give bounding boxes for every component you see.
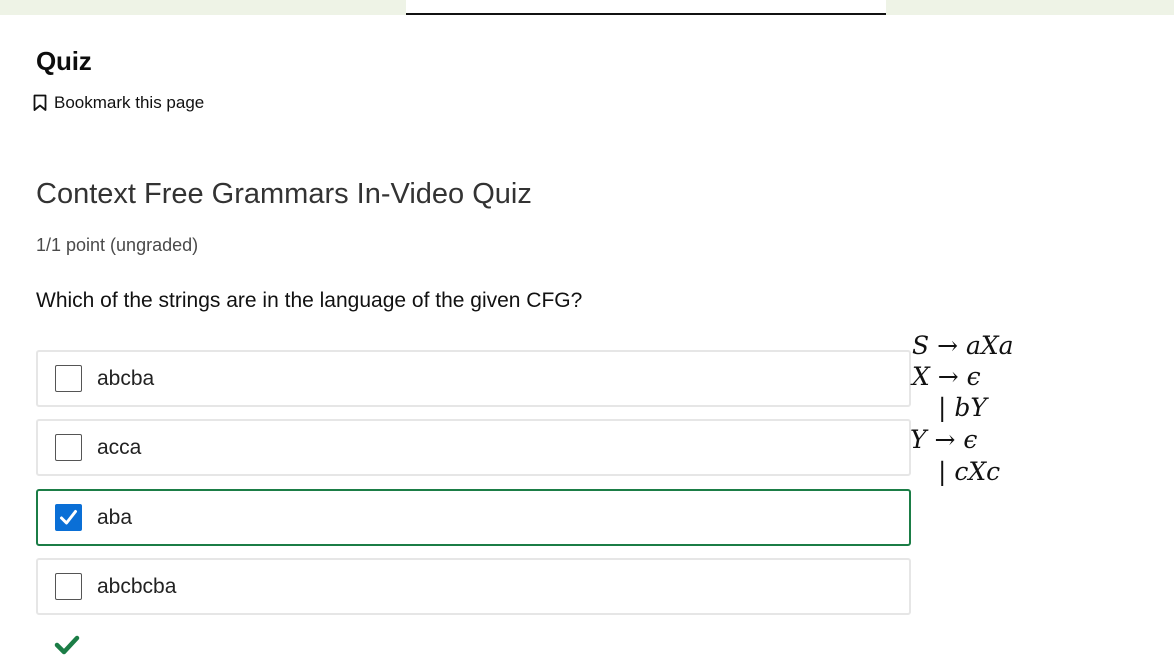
grammar-rule: S → aXa: [912, 331, 1014, 360]
checkbox[interactable]: [55, 434, 82, 461]
page-title: Quiz: [36, 46, 92, 76]
choice-aba[interactable]: aba: [36, 489, 911, 546]
checkbox-checked[interactable]: [55, 504, 82, 531]
choice-label: aba: [97, 505, 133, 529]
grammar-rule: X → ϵ: [912, 362, 981, 391]
problem-title: Context Free Grammars In-Video Quiz: [36, 178, 532, 210]
choice-abcba[interactable]: abcba: [36, 350, 911, 407]
checkbox[interactable]: [55, 573, 82, 600]
check-icon: [60, 510, 77, 525]
bookmark-label: Bookmark this page: [54, 93, 205, 112]
bookmark-icon: [32, 94, 48, 112]
choice-label: acca: [97, 435, 142, 459]
bookmark-button[interactable]: Bookmark this page: [32, 92, 204, 114]
choice-abcbcba[interactable]: abcbcba: [36, 558, 911, 615]
grammar-rule: Y → ϵ: [910, 425, 978, 454]
choice-acca[interactable]: acca: [36, 419, 911, 476]
choice-label: abcbcba: [97, 574, 177, 598]
question-text: Which of the strings are in the language…: [36, 289, 583, 312]
problem-points: 1/1 point (ungraded): [36, 235, 199, 255]
grammar-rule: | cXc: [938, 457, 1001, 486]
active-unit-tab[interactable]: [406, 0, 886, 15]
choice-label: abcba: [97, 366, 155, 390]
checkmark-icon: [54, 634, 80, 661]
grammar-rule: | bY: [938, 393, 987, 422]
checkbox[interactable]: [55, 365, 82, 392]
